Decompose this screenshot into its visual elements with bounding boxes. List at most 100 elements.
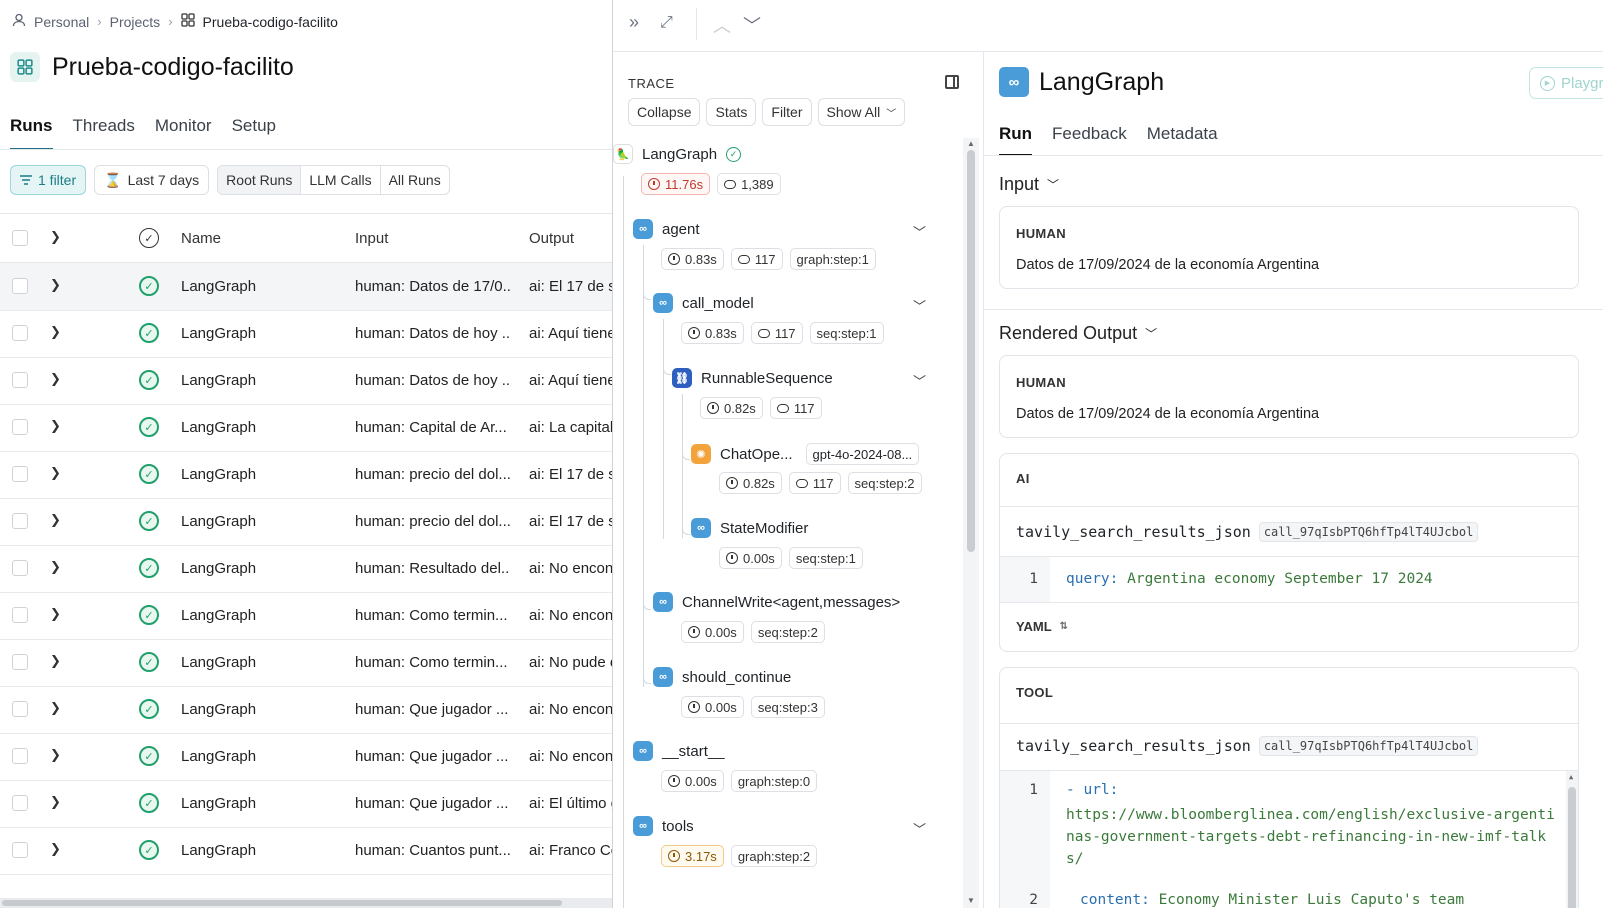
trace-node-channel-write[interactable]: ∞ ChannelWrite<agent,messages> xyxy=(653,592,900,612)
trace-node-agent[interactable]: ∞ agent xyxy=(633,219,700,239)
expand-row-chevron-icon[interactable]: ❯ xyxy=(50,841,61,857)
code-scrollbar[interactable]: ▲ xyxy=(1566,771,1578,908)
trace-node-root[interactable]: 🦜 LangGraph ✓ xyxy=(613,144,742,164)
expand-row-chevron-icon[interactable]: ❯ xyxy=(50,465,61,481)
chevron-down-icon[interactable]: ﹀ xyxy=(913,371,926,390)
table-row[interactable]: ❯ ✓ LangGraph human: Datos de hoy ... ai: Aq… xyxy=(0,310,612,358)
rendered-output-toggle[interactable]: Rendered Output ﹀ xyxy=(999,323,1157,344)
row-checkbox[interactable] xyxy=(12,278,28,294)
breadcrumb-personal[interactable]: Personal xyxy=(34,14,89,30)
header-name[interactable]: Name xyxy=(181,230,221,247)
expand-row-chevron-icon[interactable]: ❯ xyxy=(50,794,61,810)
table-row[interactable]: ❯ ✓ LangGraph human: Como termin... ai: No p… xyxy=(0,639,612,687)
table-row[interactable]: ❯ ✓ LangGraph human: Que jugador ... ai: No … xyxy=(0,733,612,781)
select-all-checkbox[interactable] xyxy=(12,230,28,246)
table-row[interactable]: ❯ ✓ LangGraph human: Que jugador ... ai: No … xyxy=(0,686,612,734)
row-checkbox[interactable] xyxy=(12,372,28,388)
sidebar-toggle-icon[interactable] xyxy=(945,75,959,89)
table-row[interactable]: ❯ ✓ LangGraph human: precio del dol... ai: E… xyxy=(0,451,612,499)
table-row[interactable]: ❯ ✓ LangGraph human: Datos de hoy ... ai: Aq… xyxy=(0,357,612,405)
filter-icon xyxy=(20,172,32,188)
latency-value: 0.00s xyxy=(743,550,775,566)
expand-row-chevron-icon[interactable]: ❯ xyxy=(50,653,61,669)
scroll-down-arrow-icon[interactable]: ▼ xyxy=(967,896,975,905)
show-all-button[interactable]: Show All ﹀ xyxy=(817,98,906,126)
trace-node-state-modifier[interactable]: ∞ StateModifier xyxy=(691,518,808,538)
table-row[interactable]: ❯ ✓ LangGraph human: Cuantos punt... ai: Fra… xyxy=(0,827,612,875)
row-checkbox[interactable] xyxy=(12,701,28,717)
header-output[interactable]: Output xyxy=(529,230,612,247)
expand-row-chevron-icon[interactable]: ❯ xyxy=(50,700,61,716)
collapse-panel-icon[interactable]: » xyxy=(629,12,639,33)
table-row[interactable]: ❯ ✓ LangGraph human: Capital de Ar... ai: La… xyxy=(0,404,612,452)
trace-node-start[interactable]: ∞ __start__ xyxy=(633,741,725,761)
run-output: ai: No encon xyxy=(529,748,612,765)
expand-row-chevron-icon[interactable]: ❯ xyxy=(50,512,61,528)
trace-node-call-model[interactable]: ∞ call_model xyxy=(653,293,754,313)
scrollbar-thumb[interactable] xyxy=(2,900,562,906)
row-checkbox[interactable] xyxy=(12,795,28,811)
table-row[interactable]: ❯ ✓ LangGraph human: Resultado del... ai: No… xyxy=(0,545,612,593)
row-checkbox[interactable] xyxy=(12,607,28,623)
row-checkbox[interactable] xyxy=(12,466,28,482)
chevron-up-icon[interactable]: ︿ xyxy=(713,12,731,38)
trace-node-runnable-sequence[interactable]: ⛓ RunnableSequence xyxy=(672,368,833,388)
llm-calls-toggle[interactable]: LLM Calls xyxy=(301,166,381,194)
row-checkbox[interactable] xyxy=(12,654,28,670)
run-type-toggle: Root Runs LLM Calls All Runs xyxy=(217,165,450,195)
expand-row-chevron-icon[interactable]: ❯ xyxy=(50,606,61,622)
tab-setup[interactable]: Setup xyxy=(232,116,276,150)
stats-button[interactable]: Stats xyxy=(706,98,757,126)
row-checkbox[interactable] xyxy=(12,842,28,858)
tab-run[interactable]: Run xyxy=(999,124,1033,156)
chevron-down-icon[interactable]: ﹀ xyxy=(913,222,926,241)
row-checkbox[interactable] xyxy=(12,560,28,576)
expand-row-chevron-icon[interactable]: ❯ xyxy=(50,371,61,387)
table-row[interactable]: ❯ ✓ LangGraph human: precio del dol... ai: E… xyxy=(0,498,612,546)
scroll-up-arrow-icon[interactable]: ▲ xyxy=(1569,773,1573,781)
expand-row-chevron-icon[interactable]: ❯ xyxy=(50,324,61,340)
chevron-down-icon[interactable]: ﹀ xyxy=(913,819,926,838)
scrollbar-thumb[interactable] xyxy=(967,150,975,552)
format-selector[interactable]: YAML ⇅ xyxy=(1016,619,1068,634)
trace-scrollbar[interactable]: ▲ ▼ xyxy=(963,138,979,908)
tab-monitor[interactable]: Monitor xyxy=(155,116,212,150)
chevron-down-icon[interactable]: ﹀ xyxy=(913,296,926,315)
row-checkbox[interactable] xyxy=(12,325,28,341)
table-row[interactable]: ❯ ✓ LangGraph human: Datos de 17/0... ai: El… xyxy=(0,263,612,311)
trace-node-chat-openai[interactable]: ✺ ChatOpe... gpt-4o-2024-08... xyxy=(691,443,920,465)
tab-threads[interactable]: Threads xyxy=(73,116,135,150)
playground-button[interactable]: ▶ Playgr xyxy=(1529,67,1603,99)
row-checkbox[interactable] xyxy=(12,419,28,435)
row-checkbox[interactable] xyxy=(12,513,28,529)
tab-feedback[interactable]: Feedback xyxy=(1052,124,1127,156)
trace-node-should-continue[interactable]: ∞ should_continue xyxy=(653,667,791,687)
scrollbar-thumb[interactable] xyxy=(1568,787,1576,908)
link-icon: ∞ xyxy=(653,667,673,687)
expand-row-chevron-icon[interactable]: ❯ xyxy=(50,747,61,763)
input-section-toggle[interactable]: Input ﹀ xyxy=(999,174,1059,195)
expand-row-chevron-icon[interactable]: ❯ xyxy=(50,277,61,293)
collapse-button[interactable]: Collapse xyxy=(628,98,701,126)
tab-runs[interactable]: Runs xyxy=(10,116,53,150)
table-row[interactable]: ❯ ✓ LangGraph human: Que jugador ... ai: El … xyxy=(0,780,612,828)
row-checkbox[interactable] xyxy=(12,748,28,764)
tab-metadata[interactable]: Metadata xyxy=(1147,124,1218,156)
expand-row-chevron-icon[interactable]: ❯ xyxy=(50,418,61,434)
root-runs-toggle[interactable]: Root Runs xyxy=(218,166,302,194)
expand-all-chevron-icon[interactable]: ❯ xyxy=(50,229,61,245)
date-range-button[interactable]: ⌛ Last 7 days xyxy=(94,165,210,195)
header-input[interactable]: Input xyxy=(355,230,510,247)
expand-row-chevron-icon[interactable]: ❯ xyxy=(50,559,61,575)
breadcrumb-current[interactable]: Prueba-codigo-facilito xyxy=(203,14,338,30)
trace-node-tools[interactable]: ∞ tools xyxy=(633,816,694,836)
chevron-down-icon[interactable]: ﹀ xyxy=(743,12,761,38)
all-runs-toggle[interactable]: All Runs xyxy=(381,166,449,194)
horizontal-scrollbar[interactable] xyxy=(0,898,612,908)
filter-button[interactable]: 1 filter xyxy=(10,165,87,195)
table-row[interactable]: ❯ ✓ LangGraph human: Como termin... ai: No e… xyxy=(0,592,612,640)
filter-button[interactable]: Filter xyxy=(762,98,812,126)
breadcrumb-projects[interactable]: Projects xyxy=(110,14,161,30)
scroll-up-arrow-icon[interactable]: ▲ xyxy=(967,139,975,148)
expand-icon[interactable]: ⤢ xyxy=(660,14,673,32)
